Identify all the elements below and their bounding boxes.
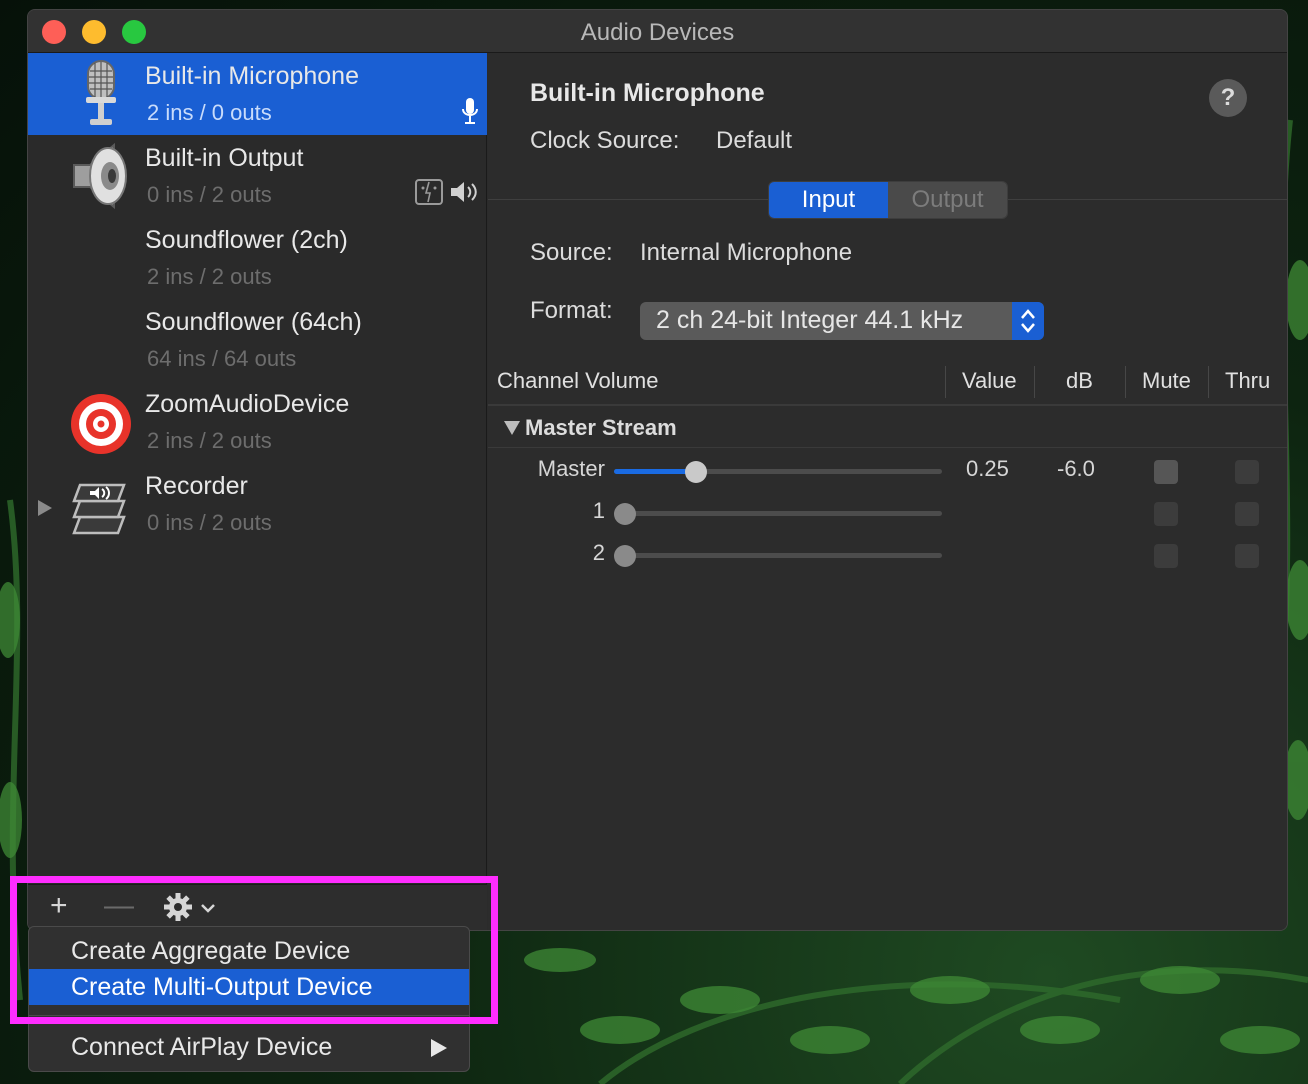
device-detail-pane: Built-in Microphone ? Clock Source: Defa… — [488, 53, 1287, 930]
tab-input[interactable]: Input — [769, 182, 888, 218]
add-device-button[interactable]: + — [50, 891, 68, 921]
device-item-built-in-output[interactable]: Built-in Output 0 ins / 2 outs — [28, 135, 487, 217]
speaker-default-icon — [451, 182, 477, 202]
thru-checkbox[interactable] — [1235, 544, 1259, 568]
source-label: Source: — [530, 239, 613, 266]
device-item-recorder[interactable]: Recorder 0 ins / 2 outs — [28, 463, 487, 545]
channel-name: 2 — [592, 540, 605, 565]
help-button[interactable]: ? — [1209, 79, 1247, 117]
submenu-arrow-icon — [431, 1039, 447, 1057]
device-name: Recorder — [145, 472, 248, 500]
device-item-soundflower-64ch[interactable]: Soundflower (64ch) 64 ins / 64 outs — [28, 299, 487, 381]
menu-item-label: Connect AirPlay Device — [71, 1033, 333, 1061]
col-thru: Thru — [1225, 368, 1271, 393]
col-db: dB — [1066, 368, 1093, 393]
device-name: ZoomAudioDevice — [145, 390, 350, 418]
channel-value: 0.25 — [966, 456, 1009, 481]
device-io: 0 ins / 2 outs — [147, 182, 272, 207]
device-io: 2 ins / 2 outs — [147, 264, 272, 289]
volume-slider-knob[interactable] — [614, 545, 636, 567]
disclosure-triangle-icon[interactable] — [38, 500, 52, 516]
device-item-soundflower-2ch[interactable]: Soundflower (2ch) 2 ins / 2 outs — [28, 217, 487, 299]
device-io: 64 ins / 64 outs — [147, 346, 297, 371]
audio-devices-window: Audio Devices Built-in Microphone 2 ins … — [27, 9, 1288, 931]
popup-arrows-icon — [1012, 302, 1044, 340]
channel-row: 1 — [488, 492, 1287, 532]
remove-device-button[interactable]: — — [104, 891, 134, 921]
title-bar: Audio Devices — [28, 10, 1287, 53]
device-io: 2 ins / 2 outs — [147, 428, 272, 453]
clock-source-value[interactable]: Default — [716, 127, 792, 155]
device-list-toolbar: + — — [28, 884, 487, 930]
stream-label: Master Stream — [525, 415, 677, 440]
speaker-icon — [73, 142, 127, 210]
microphone-icon — [86, 60, 116, 125]
volume-slider[interactable] — [614, 545, 942, 567]
device-io: 2 ins / 0 outs — [147, 100, 272, 125]
volume-slider[interactable] — [614, 461, 942, 483]
source-value: Internal Microphone — [640, 239, 853, 266]
window-title: Audio Devices — [580, 19, 735, 46]
device-title: Built-in Microphone — [530, 79, 765, 107]
menu-item-create-aggregate-device[interactable]: Create Aggregate Device — [29, 933, 469, 969]
finder-icon — [415, 179, 443, 205]
mute-checkbox[interactable] — [1154, 460, 1178, 484]
device-io: 0 ins / 2 outs — [147, 510, 272, 535]
input-output-tabs: Input Output — [768, 181, 1008, 219]
device-name: Soundflower (2ch) — [145, 226, 348, 254]
col-channel-volume: Channel Volume — [497, 368, 659, 393]
channel-row: Master 0.25 -6.0 — [488, 450, 1287, 490]
mic-default-icon — [462, 98, 478, 124]
format-value: 2 ch 24-bit Integer 44.1 kHz — [656, 306, 964, 334]
menu-item-connect-airplay-device[interactable]: Connect AirPlay Device — [29, 1029, 469, 1065]
device-name: Soundflower (64ch) — [145, 308, 362, 336]
mute-checkbox[interactable] — [1154, 544, 1178, 568]
device-name: Built-in Output — [145, 144, 304, 172]
channel-row: 2 — [488, 534, 1287, 574]
master-stream-group[interactable]: Master Stream — [488, 408, 1287, 448]
thru-checkbox[interactable] — [1235, 502, 1259, 526]
volume-slider-knob[interactable] — [685, 461, 707, 483]
col-value: Value — [962, 368, 1017, 393]
device-item-zoomaudiodevice[interactable]: ZoomAudioDevice 2 ins / 2 outs — [28, 381, 487, 463]
col-mute: Mute — [1142, 368, 1191, 393]
disclosure-triangle-icon[interactable] — [504, 421, 520, 435]
device-list: Built-in Microphone 2 ins / 0 outs Built… — [28, 53, 487, 930]
mute-checkbox[interactable] — [1154, 502, 1178, 526]
thru-checkbox[interactable] — [1235, 460, 1259, 484]
tab-output[interactable]: Output — [888, 182, 1007, 218]
channel-name: Master — [537, 456, 605, 481]
gear-dropdown-menu: Create Aggregate Device Create Multi-Out… — [28, 926, 470, 1072]
volume-slider[interactable] — [614, 503, 942, 525]
chevron-down-icon — [201, 904, 215, 913]
device-name: Built-in Microphone — [145, 62, 359, 90]
menu-item-create-multi-output-device[interactable]: Create Multi-Output Device — [29, 969, 469, 1005]
format-popup[interactable]: 2 ch 24-bit Integer 44.1 kHz — [640, 302, 1044, 340]
volume-slider-fill — [614, 469, 696, 474]
volume-slider-knob[interactable] — [614, 503, 636, 525]
gear-menu-button[interactable] — [164, 893, 220, 929]
zoom-target-icon — [71, 394, 131, 454]
device-item-built-in-microphone[interactable]: Built-in Microphone 2 ins / 0 outs — [28, 53, 487, 135]
clock-source-label: Clock Source: — [530, 127, 680, 154]
recorder-stack-icon — [72, 483, 126, 535]
channel-db: -6.0 — [1057, 456, 1095, 481]
channel-table-header: Channel Volume Value dB Mute Thru — [488, 358, 1287, 406]
menu-separator — [29, 1015, 469, 1016]
channel-name: 1 — [592, 498, 605, 523]
format-label: Format: — [530, 297, 613, 324]
gear-icon — [164, 893, 215, 921]
